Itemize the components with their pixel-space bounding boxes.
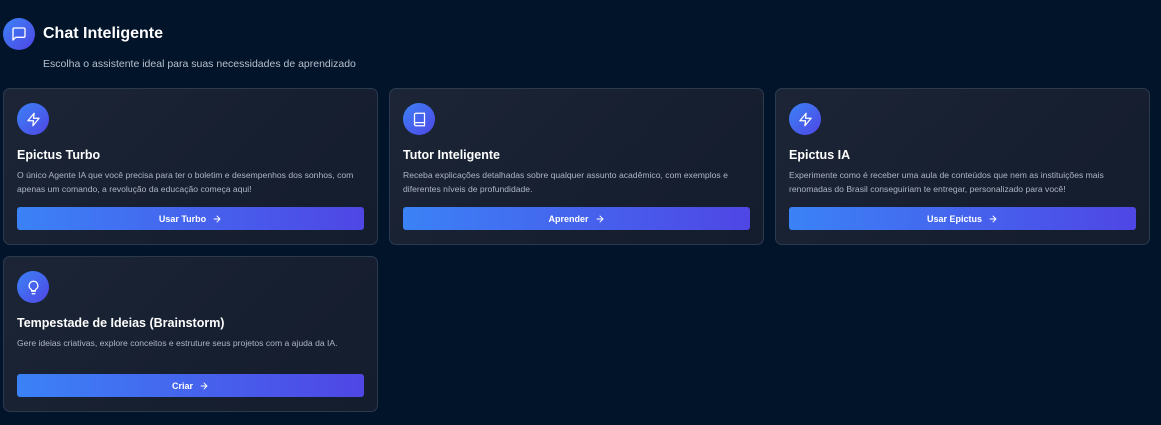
arrow-right-icon xyxy=(988,214,998,224)
card-title: Tempestade de Ideias (Brainstorm) xyxy=(17,316,225,330)
card-title: Epictus IA xyxy=(789,148,851,162)
lightning-icon xyxy=(789,103,821,135)
page-subtitle: Escolha o assistente ideal para suas nec… xyxy=(43,58,356,70)
chat-bubble-icon xyxy=(3,18,35,50)
arrow-right-icon xyxy=(595,214,605,224)
arrow-right-icon xyxy=(199,381,209,391)
use-turbo-button[interactable]: Usar Turbo xyxy=(17,207,364,230)
book-icon xyxy=(403,103,435,135)
arrow-right-icon xyxy=(212,214,222,224)
button-label: Usar Epictus xyxy=(926,213,983,224)
card-epictus-turbo: Epictus Turbo O único Agente IA que você… xyxy=(3,88,378,245)
card-brainstorm: Tempestade de Ideias (Brainstorm) Gere i… xyxy=(3,256,378,412)
card-description: Gere ideias criativas, explore conceitos… xyxy=(17,338,338,348)
card-title: Epictus Turbo xyxy=(17,148,101,162)
card-epictus-ia: Epictus IA Experimente como é receber um… xyxy=(775,88,1150,245)
card-title: Tutor Inteligente xyxy=(403,148,500,162)
card-description: Experimente como é receber uma aula de c… xyxy=(789,170,1104,194)
lightbulb-icon xyxy=(17,271,49,303)
card-tutor-inteligente: Tutor Inteligente Receba explicações det… xyxy=(389,88,764,245)
use-epictus-button[interactable]: Usar Epictus xyxy=(789,207,1136,230)
card-description: O único Agente IA que você precisa para … xyxy=(17,170,354,194)
button-label: Aprender xyxy=(548,213,589,224)
card-description: Receba explicações detalhadas sobre qual… xyxy=(403,170,728,194)
page-header: Chat Inteligente xyxy=(3,18,163,50)
button-label: Usar Turbo xyxy=(158,213,207,224)
lightning-icon xyxy=(17,103,49,135)
button-label: Criar xyxy=(171,380,193,391)
learn-button[interactable]: Aprender xyxy=(403,207,750,230)
page-title: Chat Inteligente xyxy=(43,25,164,42)
create-button[interactable]: Criar xyxy=(17,374,364,397)
